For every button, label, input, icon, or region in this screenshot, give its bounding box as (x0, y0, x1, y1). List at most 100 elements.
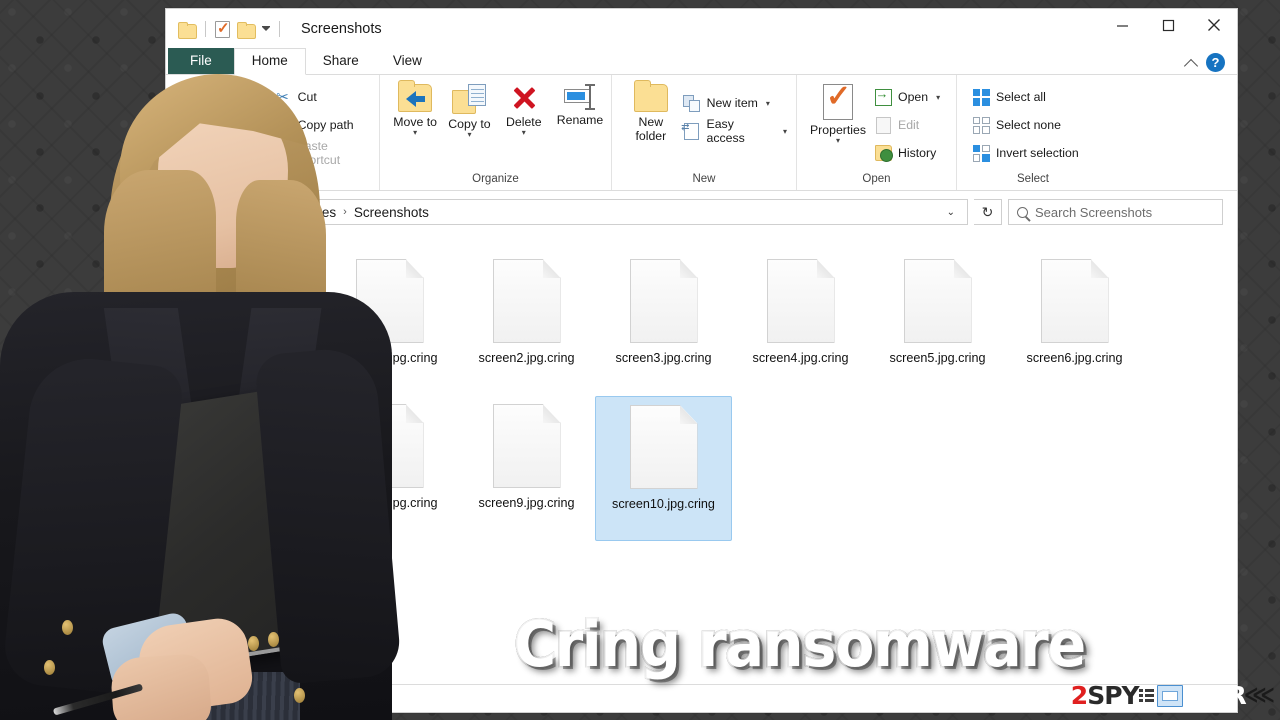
window-controls (1099, 9, 1237, 49)
close-button[interactable] (1191, 9, 1237, 41)
chevron-down-icon[interactable]: ▾ (783, 127, 787, 136)
new-folder-icon (633, 80, 668, 112)
customize-caret-icon[interactable] (262, 26, 270, 31)
paste-button[interactable]: Paste (218, 80, 269, 129)
file-item-screen5[interactable]: screen5.jpg.cring (869, 251, 1006, 396)
rename-icon (563, 84, 597, 110)
file-item-readme[interactable]: ReadME!! (184, 251, 321, 396)
file-item-screen4[interactable]: screen4.jpg.cring (732, 251, 869, 396)
refresh-button[interactable]: ↻ (974, 199, 1002, 225)
file-name: screen8.jpg.cring (341, 496, 438, 510)
chevron-down-icon[interactable]: ▾ (413, 128, 417, 136)
history-button[interactable]: History (869, 140, 945, 166)
folder-icon[interactable] (178, 21, 197, 39)
file-grid: ReadME!! screen1.jpg.cring screen2.jpg.c… (184, 251, 1225, 541)
copy-path-button[interactable]: abc Copy path (269, 112, 375, 138)
properties-icon[interactable] (215, 19, 230, 38)
blank-file-icon (492, 404, 561, 488)
easy-access-button[interactable]: Easy access ▾ (678, 117, 792, 145)
help-icon[interactable]: ? (1206, 53, 1225, 72)
chevron-down-icon[interactable]: ▾ (836, 136, 840, 144)
file-item-screen3[interactable]: screen3.jpg.cring (595, 251, 732, 396)
group-label-open: Open (862, 173, 891, 185)
minimize-button[interactable] (1099, 9, 1145, 41)
chevron-down-icon[interactable]: ▾ (522, 128, 526, 136)
status-selection-text: ected (286, 691, 317, 706)
chevron-down-icon[interactable]: ▾ (936, 93, 940, 102)
new-folder-label: New folder (635, 115, 667, 143)
collapse-ribbon-icon[interactable] (1183, 58, 1199, 73)
select-none-button[interactable]: Select none (967, 112, 1084, 138)
tab-file[interactable]: File (168, 48, 234, 74)
tab-share[interactable]: Share (306, 49, 376, 74)
ribbon-group-new: New folder New item ▾ Easy access ▾ New (612, 75, 797, 190)
move-to-button[interactable]: Move to ▾ (390, 80, 440, 136)
paste-shortcut-button[interactable]: Paste shortcut (269, 139, 375, 167)
text-document-icon (218, 259, 287, 343)
group-label-new: New (692, 173, 716, 185)
select-all-button[interactable]: Select all (967, 84, 1084, 110)
new-item-button[interactable]: New item ▾ (678, 90, 792, 116)
select-all-label: Select all (996, 90, 1046, 104)
file-item-screen7[interactable]: screen7.jpg.cring (184, 396, 321, 541)
blank-file-icon (629, 259, 698, 343)
easy-access-label: Easy access (706, 117, 745, 145)
breadcrumb-pictures[interactable]: Pictures (287, 205, 336, 220)
chevron-down-icon[interactable]: ⌄ (941, 207, 961, 218)
search-input[interactable]: Search Screenshots (1008, 199, 1223, 225)
blank-file-icon (629, 405, 698, 489)
blank-file-icon (492, 259, 561, 343)
new-item-label: New item (706, 96, 758, 110)
edit-button[interactable]: Edit (869, 112, 945, 138)
tab-view[interactable]: View (376, 49, 439, 74)
breadcrumb-this-pc[interactable]: This PC (222, 205, 270, 220)
clipboard-small-commands: ✂ Cut abc Copy path Paste shortcut (269, 80, 375, 167)
cut-button[interactable]: ✂ Cut (269, 84, 375, 110)
watermark-chevron-icon: ⋘ (1243, 683, 1275, 708)
tab-home[interactable]: Home (233, 48, 306, 75)
title-bar: Screenshots (166, 9, 1237, 49)
file-item-screen2[interactable]: screen2.jpg.cring (458, 251, 595, 396)
new-folder-button[interactable]: New folder (624, 80, 678, 143)
breadcrumb-separator: › (343, 206, 347, 218)
copy-button[interactable]: Copy (176, 80, 218, 132)
watermark-monitor-icon (1156, 684, 1183, 707)
copy-label: Copy (182, 117, 212, 131)
file-item-screen10[interactable]: screen10.jpg.cring (595, 396, 732, 541)
new-item-icon (683, 94, 701, 112)
copy-path-icon: abc (274, 116, 292, 134)
file-name: screen1.jpg.cring (341, 351, 438, 365)
watermark-part-1: 2 (1070, 681, 1088, 710)
select-commands: Select all Select none Invert selection (967, 80, 1084, 166)
breadcrumb-screenshots[interactable]: Screenshots (354, 205, 429, 220)
paste-icon (232, 84, 255, 111)
properties-button[interactable]: Properties ▾ (807, 79, 869, 144)
edit-label: Edit (898, 118, 920, 132)
copy-to-button[interactable]: Copy to ▾ (444, 80, 494, 138)
file-item-screen8[interactable]: screen8.jpg.cring (321, 396, 458, 541)
chevron-down-icon[interactable]: ▾ (766, 99, 770, 108)
delete-button[interactable]: Delete ▾ (499, 80, 549, 136)
file-item-screen1[interactable]: screen1.jpg.cring (321, 251, 458, 396)
quick-access-toolbar: Screenshots (166, 19, 382, 39)
search-icon (1017, 206, 1028, 218)
copy-path-label: Copy path (297, 118, 354, 132)
file-item-screen9[interactable]: screen9.jpg.cring (458, 396, 595, 541)
rename-button[interactable]: Rename (553, 80, 607, 128)
search-placeholder: Search Screenshots (1035, 204, 1153, 220)
easy-access-icon (681, 122, 701, 140)
blank-file-icon (355, 404, 424, 488)
invert-selection-button[interactable]: Invert selection (967, 140, 1084, 166)
file-item-screen6[interactable]: screen6.jpg.cring (1006, 251, 1143, 396)
breadcrumb[interactable]: › This PC › Pictures › Screenshots ⌄ (180, 199, 968, 225)
overlay-headline-text: Cring ransomware (513, 607, 1088, 683)
watermark-2spyware: 2 SPY WAR ⋘ (1070, 681, 1275, 710)
open-button[interactable]: Open ▾ (869, 84, 945, 110)
divider (279, 21, 280, 37)
new-folder-icon[interactable] (237, 21, 256, 39)
ribbon-group-open: Properties ▾ Open ▾ Edit Histo (797, 75, 957, 190)
maximize-button[interactable] (1145, 9, 1191, 41)
move-to-icon (398, 80, 433, 112)
blank-file-icon (903, 259, 972, 343)
chevron-down-icon[interactable]: ▾ (467, 130, 471, 138)
